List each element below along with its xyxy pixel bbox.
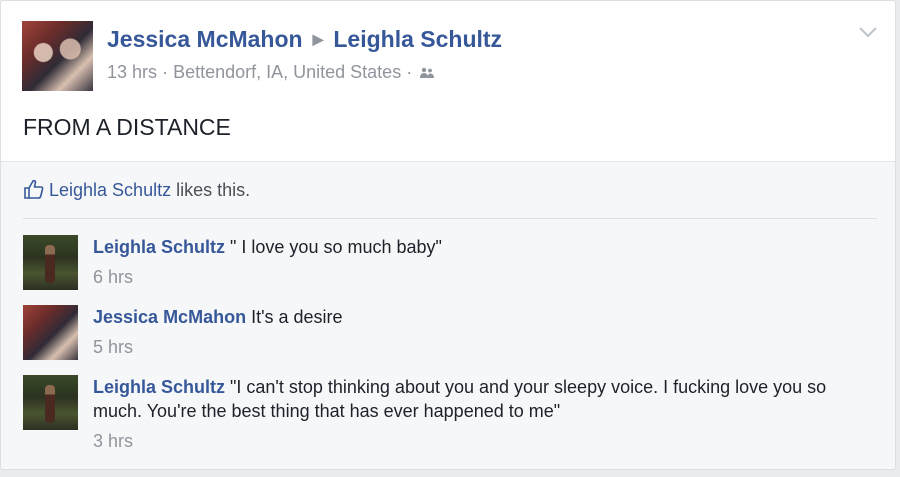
post-footer: Leighla Schultz likes this. Leighla Schu… (1, 161, 895, 469)
comment-body: Jessica McMahon It's a desire 5 hrs (93, 305, 863, 359)
post-location[interactable]: Bettendorf, IA, United States (173, 62, 401, 82)
chevron-down-icon[interactable] (858, 25, 878, 39)
likes-suffix: likes this. (171, 180, 251, 200)
post-meta: 13 hrs · Bettendorf, IA, United States · (107, 62, 435, 83)
author-avatar[interactable] (22, 21, 93, 91)
comment-timestamp[interactable]: 5 hrs (93, 335, 863, 359)
comment-author-link[interactable]: Leighla Schultz (93, 377, 225, 397)
meta-separator: · (406, 62, 413, 82)
commenter-avatar[interactable] (23, 375, 78, 430)
post-title: Jessica McMahon ▶ Leighla Schultz (107, 26, 502, 53)
arrow-right-icon: ▶ (312, 31, 324, 47)
comment-author-link[interactable]: Jessica McMahon (93, 307, 246, 327)
commenter-avatar[interactable] (23, 235, 78, 290)
friends-icon[interactable] (419, 67, 435, 79)
thumbs-up-icon[interactable] (23, 179, 45, 199)
liker-name-link[interactable]: Leighla Schultz (49, 180, 171, 200)
author-name-link[interactable]: Jessica McMahon (107, 26, 303, 52)
comment-author-link[interactable]: Leighla Schultz (93, 237, 225, 257)
meta-separator: · (162, 62, 169, 82)
divider (23, 218, 877, 219)
post-header: Jessica McMahon ▶ Leighla Schultz 13 hrs ·… (1, 1, 895, 161)
post-body-text: FROM A DISTANCE (23, 114, 231, 140)
comment-timestamp[interactable]: 3 hrs (93, 429, 863, 453)
commenter-avatar[interactable] (23, 305, 78, 360)
comment-text: It's a desire (246, 307, 343, 327)
comment-timestamp[interactable]: 6 hrs (93, 265, 863, 289)
comment-body: Leighla Schultz " I love you so much bab… (93, 235, 863, 289)
likes-summary: Leighla Schultz likes this. (23, 179, 250, 201)
target-name-link[interactable]: Leighla Schultz (333, 26, 502, 52)
comment-body: Leighla Schultz "I can't stop thinking a… (93, 375, 863, 453)
post-card: Jessica McMahon ▶ Leighla Schultz 13 hrs ·… (0, 0, 896, 470)
comment-text: " I love you so much baby" (225, 237, 442, 257)
post-timestamp[interactable]: 13 hrs (107, 62, 157, 82)
